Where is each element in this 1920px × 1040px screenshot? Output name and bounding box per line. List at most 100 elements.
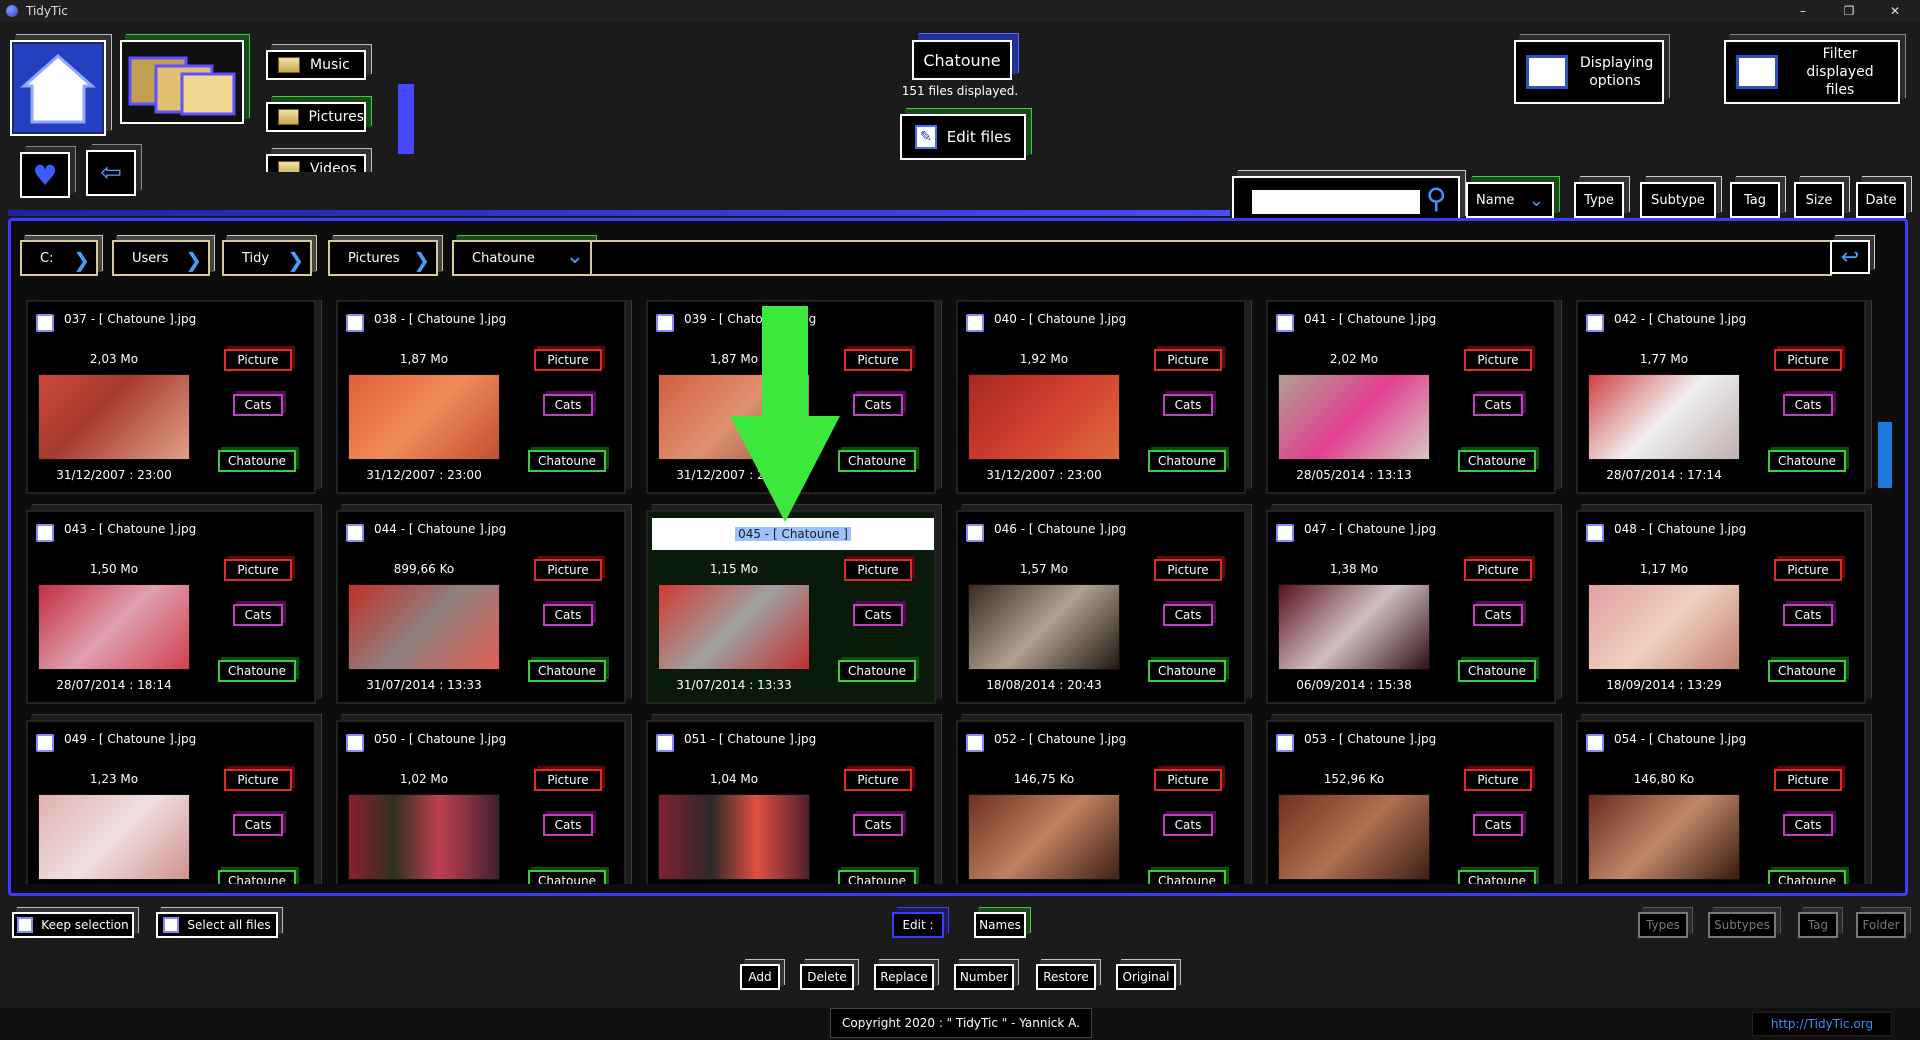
file-card[interactable]: 050 - [ Chatoune ].jpg 1,02 Mo Picture Cats… — [336, 720, 626, 884]
file-type-tag[interactable]: Picture — [844, 769, 912, 791]
filter-files-button[interactable]: Filter displayed files — [1724, 40, 1900, 104]
select-checkbox[interactable] — [346, 734, 364, 752]
select-checkbox[interactable] — [1586, 524, 1604, 542]
category-pictures[interactable]: Pictures — [266, 102, 366, 132]
keep-selection-checkbox[interactable]: Keep selection — [12, 912, 134, 938]
files-view-button[interactable] — [120, 40, 244, 124]
sort-tag-button[interactable]: Tag — [1730, 182, 1780, 218]
file-card[interactable]: 042 - [ Chatoune ].jpg 1,77 Mo 28/07/2014 … — [1576, 300, 1866, 494]
select-checkbox[interactable] — [966, 314, 984, 332]
file-tag[interactable]: Chatoune — [218, 450, 296, 472]
select-checkbox[interactable] — [1276, 524, 1294, 542]
file-thumbnail[interactable] — [1588, 374, 1740, 460]
file-thumbnail[interactable] — [38, 374, 190, 460]
breadcrumb-item-tidy[interactable]: Tidy ❯ — [222, 240, 312, 276]
select-checkbox[interactable] — [36, 734, 54, 752]
file-tag[interactable]: Chatoune — [1768, 450, 1846, 472]
maximize-button[interactable]: ❐ — [1826, 0, 1872, 22]
minimize-button[interactable]: – — [1780, 0, 1826, 22]
file-subtype-tag[interactable]: Cats — [233, 394, 283, 416]
file-card[interactable]: 046 - [ Chatoune ].jpg 1,57 Mo 18/08/2014 … — [956, 510, 1246, 704]
file-subtype-tag[interactable]: Cats — [233, 604, 283, 626]
file-subtype-tag[interactable]: Cats — [1163, 394, 1213, 416]
file-thumbnail[interactable] — [1278, 584, 1430, 670]
file-subtype-tag[interactable]: Cats — [1783, 604, 1833, 626]
sort-date-button[interactable]: Date — [1856, 182, 1906, 218]
file-type-tag[interactable]: Picture — [844, 559, 912, 581]
select-checkbox[interactable] — [346, 524, 364, 542]
file-thumbnail[interactable] — [658, 584, 810, 670]
file-tag[interactable]: Chatoune — [1458, 450, 1536, 472]
file-thumbnail[interactable] — [658, 794, 810, 880]
file-thumbnail[interactable] — [968, 374, 1120, 460]
search-icon[interactable]: ⚲ — [1426, 182, 1447, 215]
select-checkbox[interactable] — [36, 314, 54, 332]
file-type-tag[interactable]: Picture — [534, 559, 602, 581]
file-type-tag[interactable]: Picture — [1774, 349, 1842, 371]
file-thumbnail[interactable] — [348, 374, 500, 460]
file-card[interactable]: 049 - [ Chatoune ].jpg 1,23 Mo Picture Cats… — [26, 720, 316, 884]
delete-button[interactable]: Delete — [800, 964, 854, 990]
file-type-tag[interactable]: Picture — [1464, 349, 1532, 371]
file-tag[interactable]: Chatoune — [528, 450, 606, 472]
category-music[interactable]: Music — [266, 50, 366, 80]
back-nav-button[interactable]: ⇦ — [86, 150, 136, 196]
number-button[interactable]: Number — [954, 964, 1014, 990]
file-card[interactable]: 041 - [ Chatoune ].jpg 2,02 Mo 28/05/2014 … — [1266, 300, 1556, 494]
file-subtype-tag[interactable]: Cats — [1783, 394, 1833, 416]
file-type-tag[interactable]: Picture — [224, 349, 292, 371]
file-subtype-tag[interactable]: Cats — [853, 604, 903, 626]
file-subtype-tag[interactable]: Cats — [1473, 814, 1523, 836]
select-all-checkbox[interactable]: Select all files — [156, 912, 278, 938]
file-card[interactable]: 045 - [ Chatoune ] 1,15 Mo 31/07/2014 : 13… — [646, 510, 936, 704]
edit-subtypes-button[interactable]: Subtypes — [1708, 912, 1776, 938]
file-type-tag[interactable]: Picture — [1154, 349, 1222, 371]
file-tag[interactable]: Chatoune — [528, 870, 606, 884]
file-subtype-tag[interactable]: Cats — [543, 604, 593, 626]
file-subtype-tag[interactable]: Cats — [853, 394, 903, 416]
breadcrumb-item-pictures[interactable]: Pictures ❯ — [328, 240, 438, 276]
file-thumbnail[interactable] — [348, 794, 500, 880]
file-tag[interactable]: Chatoune — [218, 660, 296, 682]
breadcrumb-item-users[interactable]: Users ❯ — [112, 240, 210, 276]
file-tag[interactable]: Chatoune — [218, 870, 296, 884]
replace-button[interactable]: Replace — [874, 964, 934, 990]
select-checkbox[interactable] — [1586, 734, 1604, 752]
file-tag[interactable]: Chatoune — [838, 660, 916, 682]
file-thumbnail[interactable] — [968, 794, 1120, 880]
file-type-tag[interactable]: Picture — [224, 559, 292, 581]
file-card[interactable]: 047 - [ Chatoune ].jpg 1,38 Mo 06/09/2014 … — [1266, 510, 1556, 704]
file-type-tag[interactable]: Picture — [1464, 559, 1532, 581]
edit-names-button[interactable]: Names — [974, 912, 1026, 938]
favorites-button[interactable]: ♥ — [20, 152, 70, 198]
select-checkbox[interactable] — [656, 734, 674, 752]
file-type-tag[interactable]: Picture — [534, 769, 602, 791]
sort-type-button[interactable]: Type — [1574, 182, 1624, 218]
file-type-tag[interactable]: Picture — [534, 349, 602, 371]
file-subtype-tag[interactable]: Cats — [233, 814, 283, 836]
original-button[interactable]: Original — [1116, 964, 1176, 990]
file-type-tag[interactable]: Picture — [1774, 769, 1842, 791]
file-tag[interactable]: Chatoune — [1768, 660, 1846, 682]
file-tag[interactable]: Chatoune — [1148, 450, 1226, 472]
file-card[interactable]: 037 - [ Chatoune ].jpg 2,03 Mo 31/12/2007 … — [26, 300, 316, 494]
file-subtype-tag[interactable]: Cats — [1163, 814, 1213, 836]
edit-folder-button[interactable]: Folder — [1856, 912, 1906, 938]
file-thumbnail[interactable] — [38, 794, 190, 880]
search-input[interactable] — [1252, 190, 1420, 214]
sort-name-button[interactable]: Name ⌄ — [1466, 182, 1554, 218]
displaying-options-button[interactable]: Displaying options — [1514, 40, 1664, 104]
file-card[interactable]: 051 - [ Chatoune ].jpg 1,04 Mo Picture Cats… — [646, 720, 936, 884]
grid-scrollbar-thumb[interactable] — [1878, 422, 1892, 488]
file-type-tag[interactable]: Picture — [1154, 559, 1222, 581]
undo-navigation-button[interactable]: ↩ — [1830, 240, 1870, 274]
select-checkbox[interactable] — [346, 314, 364, 332]
file-card[interactable]: 044 - [ Chatoune ].jpg 899,66 Ko 31/07/201… — [336, 510, 626, 704]
category-scrollbar[interactable] — [398, 84, 414, 154]
file-card[interactable]: 052 - [ Chatoune ].jpg 146,75 Ko Picture Ca… — [956, 720, 1246, 884]
file-type-tag[interactable]: Picture — [224, 769, 292, 791]
file-thumbnail[interactable] — [1278, 794, 1430, 880]
file-tag[interactable]: Chatoune — [1458, 870, 1536, 884]
file-card[interactable]: 043 - [ Chatoune ].jpg 1,50 Mo 28/07/2014 … — [26, 510, 316, 704]
select-checkbox[interactable] — [36, 524, 54, 542]
